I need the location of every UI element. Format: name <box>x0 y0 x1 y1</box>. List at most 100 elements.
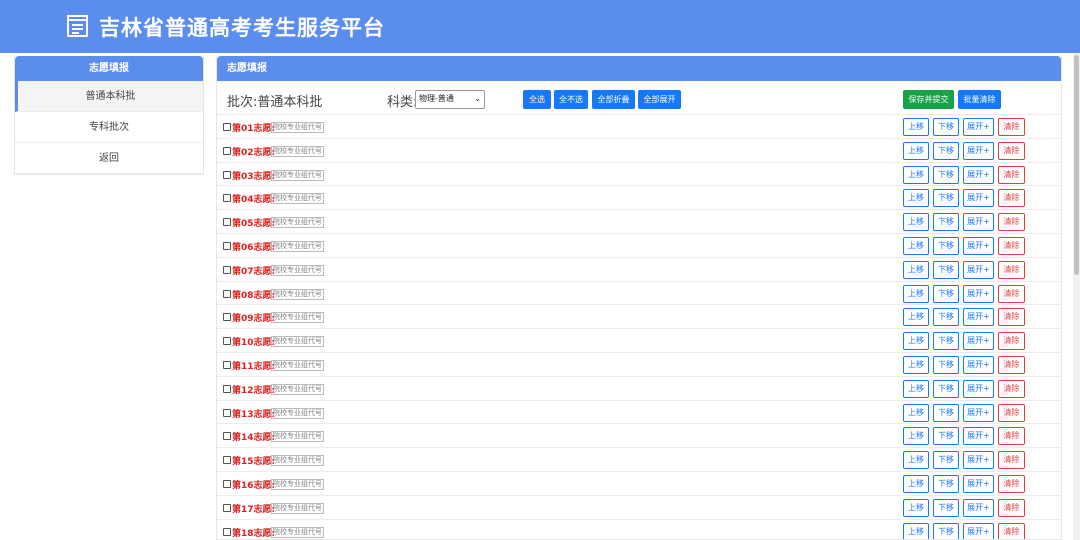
clear-button[interactable]: 清除 <box>998 498 1025 517</box>
move-down-button[interactable]: 下移 <box>933 260 959 279</box>
clear-button[interactable]: 清除 <box>998 141 1025 160</box>
program-code-input[interactable]: 院校专业组代号 <box>271 383 324 395</box>
program-code-input[interactable]: 院校专业组代号 <box>271 502 324 514</box>
program-code-input[interactable]: 院校专业组代号 <box>271 288 324 300</box>
choice-checkbox[interactable] <box>223 503 231 512</box>
expand-button[interactable]: 展开+ <box>963 118 994 136</box>
move-up-button[interactable]: 上移 <box>903 308 929 327</box>
clear-button[interactable]: 清除 <box>998 332 1025 351</box>
move-up-button[interactable]: 上移 <box>903 522 929 539</box>
sidebar-item-back[interactable]: 返回 <box>15 143 203 174</box>
page-scrollbar[interactable] <box>1073 53 1080 540</box>
save-submit-button[interactable]: 保存并提交 <box>903 90 954 109</box>
clear-button[interactable]: 清除 <box>998 451 1025 470</box>
expand-button[interactable]: 展开+ <box>963 236 994 255</box>
expand-button[interactable]: 展开+ <box>963 141 994 160</box>
clear-button[interactable]: 清除 <box>998 427 1025 446</box>
select-none-button[interactable]: 全不选 <box>554 90 588 109</box>
clear-button[interactable]: 清除 <box>998 355 1025 374</box>
choice-checkbox[interactable] <box>223 527 231 536</box>
move-up-button[interactable]: 上移 <box>903 141 929 160</box>
program-code-input[interactable]: 院校专业组代号 <box>271 264 324 276</box>
choice-checkbox[interactable] <box>223 360 231 369</box>
move-up-button[interactable]: 上移 <box>903 260 929 279</box>
choice-checkbox[interactable] <box>223 337 231 346</box>
choice-checkbox[interactable] <box>223 194 231 203</box>
move-up-button[interactable]: 上移 <box>903 284 929 303</box>
program-code-input[interactable]: 院校专业组代号 <box>271 240 324 252</box>
clear-button[interactable]: 清除 <box>998 284 1025 303</box>
program-code-input[interactable]: 院校专业组代号 <box>271 407 324 419</box>
clear-button[interactable]: 清除 <box>998 189 1025 208</box>
move-up-button[interactable]: 上移 <box>903 474 929 493</box>
move-up-button[interactable]: 上移 <box>903 236 929 255</box>
move-down-button[interactable]: 下移 <box>933 403 959 422</box>
move-up-button[interactable]: 上移 <box>903 118 929 136</box>
move-down-button[interactable]: 下移 <box>933 284 959 303</box>
choice-checkbox[interactable] <box>223 241 231 250</box>
clear-button[interactable]: 清除 <box>998 165 1025 184</box>
program-code-input[interactable]: 院校专业组代号 <box>271 312 324 324</box>
scrollbar-thumb[interactable] <box>1074 55 1079 275</box>
clear-button[interactable]: 清除 <box>998 522 1025 539</box>
move-down-button[interactable]: 下移 <box>933 118 959 136</box>
move-up-button[interactable]: 上移 <box>903 189 929 208</box>
move-down-button[interactable]: 下移 <box>933 332 959 351</box>
choice-checkbox[interactable] <box>223 265 231 274</box>
move-down-button[interactable]: 下移 <box>933 236 959 255</box>
move-up-button[interactable]: 上移 <box>903 451 929 470</box>
expand-button[interactable]: 展开+ <box>963 165 994 184</box>
expand-all-button[interactable]: 全部展开 <box>638 90 681 109</box>
choice-checkbox[interactable] <box>223 313 231 322</box>
move-down-button[interactable]: 下移 <box>933 427 959 446</box>
move-up-button[interactable]: 上移 <box>903 427 929 446</box>
choice-checkbox[interactable] <box>223 432 231 441</box>
move-up-button[interactable]: 上移 <box>903 355 929 374</box>
choice-checkbox[interactable] <box>223 408 231 417</box>
move-down-button[interactable]: 下移 <box>933 498 959 517</box>
clear-button[interactable]: 清除 <box>998 236 1025 255</box>
move-up-button[interactable]: 上移 <box>903 165 929 184</box>
expand-button[interactable]: 展开+ <box>963 332 994 351</box>
expand-button[interactable]: 展开+ <box>963 284 994 303</box>
move-down-button[interactable]: 下移 <box>933 165 959 184</box>
expand-button[interactable]: 展开+ <box>963 355 994 374</box>
move-down-button[interactable]: 下移 <box>933 213 959 232</box>
choice-checkbox[interactable] <box>223 456 231 465</box>
move-down-button[interactable]: 下移 <box>933 189 959 208</box>
clear-button[interactable]: 清除 <box>998 379 1025 398</box>
choice-checkbox[interactable] <box>223 170 231 179</box>
expand-button[interactable]: 展开+ <box>963 260 994 279</box>
move-down-button[interactable]: 下移 <box>933 379 959 398</box>
choice-checkbox[interactable] <box>223 479 231 488</box>
expand-button[interactable]: 展开+ <box>963 403 994 422</box>
program-code-input[interactable]: 院校专业组代号 <box>271 145 324 157</box>
move-up-button[interactable]: 上移 <box>903 498 929 517</box>
choice-checkbox[interactable] <box>223 384 231 393</box>
clear-button[interactable]: 清除 <box>998 118 1025 136</box>
program-code-input[interactable]: 院校专业组代号 <box>271 526 324 538</box>
clear-button[interactable]: 清除 <box>998 308 1025 327</box>
expand-button[interactable]: 展开+ <box>963 474 994 493</box>
program-code-input[interactable]: 院校专业组代号 <box>271 122 324 133</box>
move-down-button[interactable]: 下移 <box>933 308 959 327</box>
move-up-button[interactable]: 上移 <box>903 213 929 232</box>
move-up-button[interactable]: 上移 <box>903 379 929 398</box>
clear-button[interactable]: 清除 <box>998 403 1025 422</box>
move-down-button[interactable]: 下移 <box>933 355 959 374</box>
move-down-button[interactable]: 下移 <box>933 451 959 470</box>
choice-checkbox[interactable] <box>223 146 231 155</box>
subject-select[interactable]: 物理-普通 ⌄ <box>415 90 485 109</box>
program-code-input[interactable]: 院校专业组代号 <box>271 431 324 443</box>
expand-button[interactable]: 展开+ <box>963 522 994 539</box>
sidebar-item-regular-undergrad[interactable]: 普通本科批 <box>15 81 203 112</box>
choice-checkbox[interactable] <box>223 218 231 227</box>
collapse-all-button[interactable]: 全部折叠 <box>592 90 635 109</box>
move-up-button[interactable]: 上移 <box>903 332 929 351</box>
clear-button[interactable]: 清除 <box>998 474 1025 493</box>
expand-button[interactable]: 展开+ <box>963 189 994 208</box>
move-up-button[interactable]: 上移 <box>903 403 929 422</box>
program-code-input[interactable]: 院校专业组代号 <box>271 455 324 467</box>
select-all-button[interactable]: 全选 <box>523 90 551 109</box>
program-code-input[interactable]: 院校专业组代号 <box>271 478 324 490</box>
